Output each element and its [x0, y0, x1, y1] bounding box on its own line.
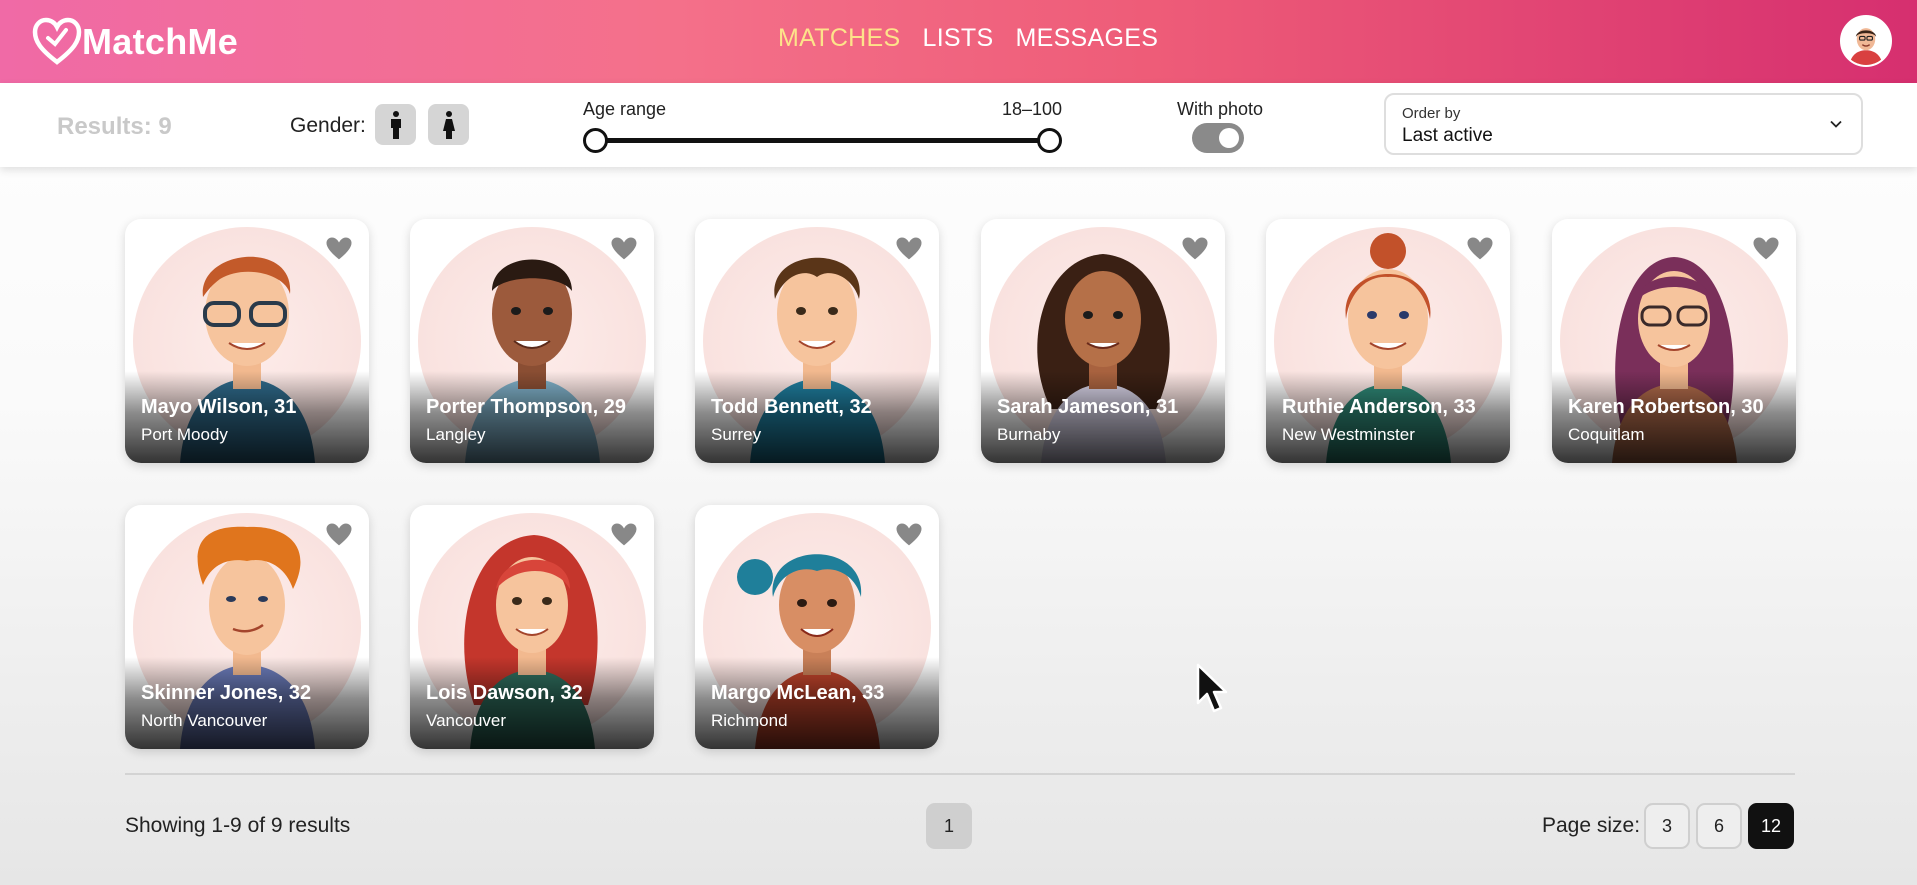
member-card[interactable]: Lois Dawson, 32 Vancouver	[410, 505, 654, 749]
member-card[interactable]: Skinner Jones, 32 North Vancouver	[125, 505, 369, 749]
with-photo-toggle[interactable]	[1192, 123, 1244, 153]
with-photo-label: With photo	[1177, 99, 1264, 119]
member-card[interactable]: Margo McLean, 33 Richmond	[695, 505, 939, 749]
page-size-label: Page size:	[1542, 814, 1641, 837]
chevron-down-icon	[1830, 120, 1842, 128]
footer-divider	[125, 773, 1795, 775]
mouse-pointer-icon	[1196, 663, 1228, 713]
heart-icon[interactable]	[1752, 236, 1780, 262]
member-name: Lois Dawson, 32	[426, 682, 583, 704]
member-name: Ruthie Anderson, 33	[1282, 396, 1476, 418]
member-city: Port Moody	[141, 425, 228, 444]
member-card[interactable]: Mayo Wilson, 31 Port Moody	[125, 219, 369, 463]
heart-icon[interactable]	[610, 522, 638, 548]
heart-icon[interactable]	[895, 522, 923, 548]
toggle-knob	[1219, 128, 1239, 148]
filter-bar: Results: 9 Gender: Age range 18–100 With…	[0, 83, 1917, 167]
member-name: Todd Bennett, 32	[711, 396, 872, 418]
nav-lists[interactable]: LISTS	[922, 24, 993, 53]
order-by-value: Last active	[1402, 125, 1493, 146]
gender-label: Gender:	[290, 114, 366, 137]
order-by-select[interactable]: Order by Last active	[1384, 93, 1863, 155]
member-card[interactable]: Karen Robertson, 30 Coquitlam	[1552, 219, 1796, 463]
male-icon	[390, 110, 401, 139]
member-city: North Vancouver	[141, 711, 268, 730]
member-city: Burnaby	[997, 425, 1061, 444]
page-size-12-button[interactable]: 12	[1748, 803, 1794, 849]
results-count: Results: 9	[57, 113, 172, 140]
order-by-label: Order by	[1402, 105, 1461, 122]
member-name: Karen Robertson, 30	[1568, 396, 1764, 418]
user-avatar[interactable]	[1840, 15, 1892, 67]
top-navbar: MatchMe MATCHES LISTS MESSAGES	[0, 0, 1917, 83]
heart-icon[interactable]	[325, 236, 353, 262]
age-range-label: Age range	[583, 99, 667, 119]
nav-messages[interactable]: MESSAGES	[1015, 24, 1158, 53]
member-city: Richmond	[711, 711, 788, 730]
heart-logo-icon	[32, 17, 82, 65]
gender-female-button[interactable]	[428, 104, 469, 145]
page-size-3-button[interactable]: 3	[1644, 803, 1690, 849]
heart-icon[interactable]	[895, 236, 923, 262]
nav-matches[interactable]: MATCHES	[778, 24, 900, 53]
member-city: Langley	[426, 425, 486, 444]
member-city: Surrey	[711, 425, 762, 444]
heart-icon[interactable]	[610, 236, 638, 262]
member-name: Skinner Jones, 32	[141, 682, 312, 704]
member-city: New Westminster	[1282, 425, 1415, 444]
gender-male-button[interactable]	[375, 104, 416, 145]
female-icon	[442, 110, 455, 139]
page-size-6-button[interactable]: 6	[1696, 803, 1742, 849]
logo[interactable]: MatchMe	[32, 14, 238, 70]
age-range-track[interactable]	[596, 138, 1050, 143]
age-range-value: 18–100	[1002, 99, 1063, 119]
user-avatar-icon	[1842, 17, 1890, 65]
member-card[interactable]: Ruthie Anderson, 33 New Westminster	[1266, 219, 1510, 463]
results-summary: Showing 1-9 of 9 results	[125, 814, 351, 837]
member-name: Porter Thompson, 29	[426, 396, 627, 418]
member-card[interactable]: Porter Thompson, 29 Langley	[410, 219, 654, 463]
member-card[interactable]: Sarah Jameson, 31 Burnaby	[981, 219, 1225, 463]
member-name: Margo McLean, 33	[711, 682, 885, 704]
member-name: Mayo Wilson, 31	[141, 396, 297, 418]
member-name: Sarah Jameson, 31	[997, 396, 1179, 418]
main-nav: MATCHES LISTS MESSAGES	[778, 24, 1158, 53]
member-city: Vancouver	[426, 711, 507, 730]
age-min-handle[interactable]	[583, 128, 608, 153]
age-max-handle[interactable]	[1037, 128, 1062, 153]
heart-icon[interactable]	[1466, 236, 1494, 262]
heart-icon[interactable]	[325, 522, 353, 548]
heart-icon[interactable]	[1181, 236, 1209, 262]
member-city: Coquitlam	[1568, 425, 1645, 444]
page-button-1[interactable]: 1	[926, 803, 972, 849]
member-card[interactable]: Todd Bennett, 32 Surrey	[695, 219, 939, 463]
app-name: MatchMe	[82, 21, 239, 62]
